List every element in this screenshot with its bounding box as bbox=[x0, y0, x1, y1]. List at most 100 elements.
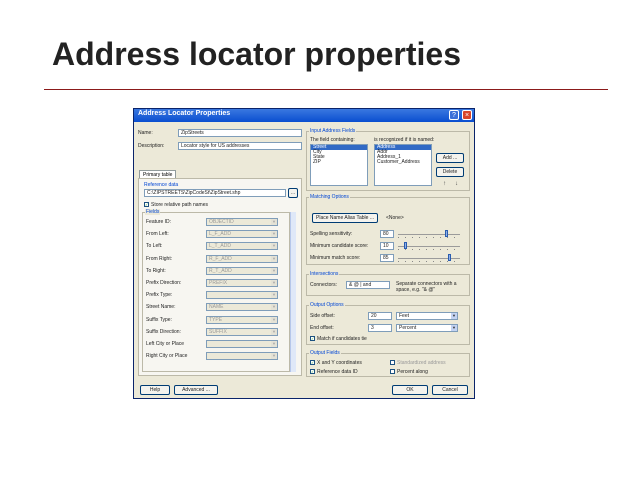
min-match-label: Minimum match score: bbox=[310, 255, 361, 261]
chevron-down-icon[interactable]: ▼ bbox=[271, 328, 277, 335]
match-tie-checkbox[interactable]: ✓ bbox=[310, 336, 315, 341]
min-candidate-slider[interactable] bbox=[398, 242, 460, 250]
field-row-dropdown[interactable]: L_F_ADD ▼ bbox=[206, 230, 278, 239]
delete-button[interactable]: Delete bbox=[436, 167, 464, 177]
add-button[interactable]: Add ... bbox=[436, 153, 464, 163]
browse-button[interactable]: … bbox=[288, 188, 298, 198]
recognized-label: is recognized if it is named: bbox=[374, 137, 435, 143]
chevron-down-icon[interactable]: ▼ bbox=[271, 243, 277, 250]
end-offset-unit-dropdown[interactable]: Percent ▼ bbox=[396, 324, 458, 332]
side-offset-label: Side offset: bbox=[310, 313, 335, 319]
title-divider bbox=[44, 89, 608, 90]
chevron-down-icon[interactable]: ▼ bbox=[451, 313, 457, 319]
field-row-dropdown[interactable]: PREFIX ▼ bbox=[206, 279, 278, 287]
chevron-down-icon[interactable]: ▼ bbox=[271, 304, 277, 311]
min-candidate-field[interactable]: 10 bbox=[380, 242, 394, 250]
connectors-field[interactable]: & @ | and bbox=[346, 281, 390, 289]
fields-scrollbar[interactable] bbox=[290, 212, 296, 372]
place-name-alias-button[interactable]: Place Name Alias Table ... bbox=[312, 213, 378, 223]
field-row-dropdown[interactable]: SUFFIX ▼ bbox=[206, 327, 278, 336]
field-row-value: R_F_ADD bbox=[209, 255, 232, 262]
field-row-label: Feature ID: bbox=[146, 219, 172, 225]
cancel-button[interactable]: Cancel bbox=[432, 385, 468, 395]
close-icon[interactable]: × bbox=[462, 110, 472, 120]
move-down-icon[interactable]: ↓ bbox=[452, 180, 461, 189]
connectors-label: Connectors: bbox=[310, 282, 337, 288]
intersections-title: Intersections bbox=[309, 271, 340, 277]
name-field[interactable]: ZipStreets bbox=[178, 129, 302, 137]
field-row-dropdown[interactable]: R_F_ADD ▼ bbox=[206, 254, 278, 263]
chevron-down-icon[interactable]: ▼ bbox=[271, 255, 277, 262]
field-row-dropdown[interactable]: TYPE ▼ bbox=[206, 315, 278, 324]
min-match-field[interactable]: 85 bbox=[380, 254, 394, 262]
field-row-dropdown[interactable]: L_T_ADD ▼ bbox=[206, 242, 278, 251]
field-row-value: TYPE bbox=[209, 316, 223, 323]
ok-button[interactable]: OK bbox=[392, 385, 428, 395]
slide-title: Address locator properties bbox=[52, 36, 461, 72]
side-offset-unit-value: Feet bbox=[399, 313, 410, 319]
chevron-down-icon[interactable]: ▼ bbox=[271, 231, 277, 238]
percent-along-label: Percent along bbox=[397, 369, 428, 375]
chevron-down-icon[interactable]: ▼ bbox=[271, 267, 277, 274]
field-row-dropdown[interactable]: NAME ▼ bbox=[206, 303, 278, 312]
description-field[interactable]: Locator style for US addresses bbox=[178, 142, 302, 150]
field-containing-label: The field containing: bbox=[310, 137, 355, 143]
field-row-dropdown[interactable]: ▼ bbox=[206, 340, 278, 348]
help-icon[interactable]: ? bbox=[449, 110, 459, 120]
side-offset-unit-dropdown[interactable]: Feet ▼ bbox=[396, 312, 458, 320]
input-address-title: Input Address Fields bbox=[309, 128, 357, 134]
move-up-icon[interactable]: ↑ bbox=[440, 180, 449, 189]
ref-data-id-checkbox[interactable]: ✓ bbox=[310, 369, 315, 374]
spelling-slider[interactable] bbox=[398, 230, 460, 238]
chevron-down-icon[interactable]: ▼ bbox=[271, 292, 277, 299]
list-item[interactable]: Customer_Address bbox=[375, 160, 431, 165]
percent-along-checkbox[interactable] bbox=[390, 369, 395, 374]
store-relative-label: Store relative path names bbox=[151, 202, 208, 208]
chevron-down-icon[interactable]: ▼ bbox=[271, 316, 277, 323]
field-row-dropdown[interactable]: ▼ bbox=[206, 352, 278, 361]
field-row-label: From Right: bbox=[146, 255, 173, 262]
field-row-label: Suffix Type: bbox=[146, 316, 172, 323]
store-relative-checkbox[interactable]: ✓ bbox=[144, 202, 149, 207]
advanced-button[interactable]: Advanced ... bbox=[174, 385, 218, 395]
chevron-down-icon[interactable]: ▼ bbox=[271, 219, 277, 225]
min-match-slider-thumb[interactable] bbox=[448, 254, 452, 261]
field-row-dropdown[interactable]: ▼ bbox=[206, 291, 278, 300]
field-row-label: Prefix Type: bbox=[146, 292, 173, 299]
chevron-down-icon[interactable]: ▼ bbox=[451, 325, 457, 331]
field-row-value: SUFFIX bbox=[209, 328, 227, 335]
field-row-value: R_T_ADD bbox=[209, 267, 232, 274]
chevron-down-icon[interactable]: ▼ bbox=[271, 280, 277, 286]
field-row-dropdown[interactable]: OBJECTID ▼ bbox=[206, 218, 278, 226]
place-name-value: <None> bbox=[386, 215, 404, 221]
reference-data-field[interactable]: C:\ZIPSTREETS\ZipCodeSt\ZipStreet.shp bbox=[144, 189, 286, 197]
field-row-dropdown[interactable]: R_T_ADD ▼ bbox=[206, 266, 278, 275]
field-row-value: L_F_ADD bbox=[209, 231, 231, 238]
matching-options-title: Matching Options bbox=[309, 194, 350, 200]
dialog-title: Address Locator Properties bbox=[138, 110, 231, 117]
match-tie-label: Match if candidates tie bbox=[317, 336, 367, 342]
standardized-checkbox[interactable] bbox=[390, 360, 395, 365]
list-item[interactable]: ZIP bbox=[311, 160, 367, 165]
field-containing-list[interactable]: Street City State ZIP bbox=[310, 144, 368, 186]
chevron-down-icon[interactable]: ▼ bbox=[271, 353, 277, 360]
min-match-slider[interactable] bbox=[398, 254, 460, 262]
side-offset-field[interactable]: 20 bbox=[368, 312, 392, 320]
ref-data-id-label: Reference data ID bbox=[317, 369, 358, 375]
xy-label: X and Y coordinates bbox=[317, 360, 362, 366]
xy-checkbox[interactable]: ✓ bbox=[310, 360, 315, 365]
min-candidate-label: Minimum candidate score: bbox=[310, 243, 369, 249]
reference-data-label: Reference data bbox=[144, 182, 179, 188]
chevron-down-icon[interactable]: ▼ bbox=[271, 341, 277, 347]
end-offset-unit-value: Percent bbox=[399, 325, 417, 331]
help-button[interactable]: Help bbox=[140, 385, 170, 395]
min-candidate-slider-thumb[interactable] bbox=[403, 242, 407, 249]
spelling-slider-thumb[interactable] bbox=[445, 230, 449, 237]
field-row-value: NAME bbox=[209, 304, 224, 311]
recognized-names-list[interactable]: Address Addr Address_1 Customer_Address bbox=[374, 144, 432, 186]
end-offset-field[interactable]: 3 bbox=[368, 324, 392, 332]
field-row-label: To Right: bbox=[146, 267, 166, 274]
spelling-field[interactable]: 80 bbox=[380, 230, 394, 238]
address-locator-dialog: Address Locator Properties ? × Name: Zip… bbox=[133, 108, 475, 399]
end-offset-label: End offset: bbox=[310, 325, 334, 331]
